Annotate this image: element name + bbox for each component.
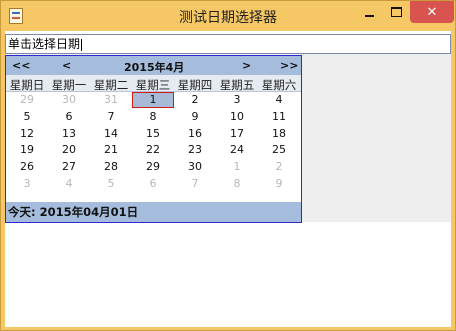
window-content: 单击选择日期 << < 2015年4月 > >> 星期日 星期一 星期二 星期三… xyxy=(5,31,451,327)
calendar-day[interactable]: 4 xyxy=(48,177,90,191)
calendar-day[interactable]: 2 xyxy=(258,160,300,174)
calendar-day[interactable]: 19 xyxy=(6,143,48,157)
calendar-day[interactable]: 14 xyxy=(90,127,132,141)
weekday-sat: 星期六 xyxy=(261,78,297,92)
calendar-day[interactable]: 3 xyxy=(6,177,48,191)
calendar-day[interactable]: 25 xyxy=(258,143,300,157)
weekday-mon: 星期一 xyxy=(51,78,87,92)
title-bar[interactable]: 测试日期选择器 ✕ xyxy=(1,1,455,31)
weekday-thu: 星期四 xyxy=(177,78,213,92)
close-button[interactable]: ✕ xyxy=(410,1,454,23)
calendar-day[interactable]: 30 xyxy=(174,160,216,174)
weekday-fri: 星期五 xyxy=(219,78,255,92)
calendar-day[interactable]: 23 xyxy=(174,143,216,157)
calendar-day[interactable]: 12 xyxy=(6,127,48,141)
calendar-day[interactable]: 29 xyxy=(132,160,174,174)
calendar-day[interactable]: 9 xyxy=(258,177,300,191)
calendar-day[interactable]: 8 xyxy=(216,177,258,191)
weekday-wed: 星期三 xyxy=(135,78,171,92)
maximize-icon xyxy=(390,7,402,17)
calendar-day[interactable]: 11 xyxy=(258,110,300,124)
today-label: 今天: 2015年04月01日 xyxy=(8,205,139,219)
calendar-day[interactable]: 17 xyxy=(216,127,258,141)
calendar-day[interactable]: 1 xyxy=(216,160,258,174)
calendar-day[interactable]: 5 xyxy=(90,177,132,191)
weekday-sun: 星期日 xyxy=(9,78,45,92)
calendar-day[interactable]: 8 xyxy=(132,110,174,124)
calendar-day[interactable]: 5 xyxy=(6,110,48,124)
calendar-day[interactable]: 4 xyxy=(258,93,300,107)
calendar-day[interactable]: 2 xyxy=(174,93,216,107)
month-label: 2015年4月 xyxy=(124,61,185,74)
calendar-day[interactable]: 29 xyxy=(6,93,48,107)
calendar-day[interactable]: 24 xyxy=(216,143,258,157)
date-input-text: 单击选择日期 xyxy=(8,37,81,51)
next-year-button[interactable]: >> xyxy=(280,59,298,72)
calendar-day[interactable]: 18 xyxy=(258,127,300,141)
calendar-day[interactable]: 20 xyxy=(48,143,90,157)
calendar-day[interactable]: 3 xyxy=(216,93,258,107)
weekday-tue: 星期二 xyxy=(93,78,129,92)
calendar-day[interactable]: 7 xyxy=(90,110,132,124)
minimize-button[interactable] xyxy=(356,1,382,23)
calendar-header: << < 2015年4月 > >> xyxy=(6,56,301,75)
calendar-day[interactable]: 7 xyxy=(174,177,216,191)
calendar-day[interactable]: 9 xyxy=(174,110,216,124)
prev-month-button[interactable]: < xyxy=(62,59,71,72)
calendar-day[interactable]: 28 xyxy=(90,160,132,174)
calendar-day[interactable]: 16 xyxy=(174,127,216,141)
calendar-day[interactable]: 13 xyxy=(48,127,90,141)
app-window: 测试日期选择器 ✕ 单击选择日期 << < 2015年4月 > >> 星期日 星… xyxy=(0,0,456,331)
text-caret xyxy=(81,38,83,51)
prev-year-button[interactable]: << xyxy=(12,59,30,72)
today-footer[interactable]: 今天: 2015年04月01日 xyxy=(6,202,301,222)
maximize-button[interactable] xyxy=(383,1,409,23)
calendar-day[interactable]: 10 xyxy=(216,110,258,124)
weekday-header-row: 星期日 星期一 星期二 星期三 星期四 星期五 星期六 xyxy=(6,75,301,92)
date-picker-popup: << < 2015年4月 > >> 星期日 星期一 星期二 星期三 星期四 星期… xyxy=(5,55,302,223)
date-input-field[interactable]: 单击选择日期 xyxy=(5,34,451,54)
calendar-day[interactable]: 30 xyxy=(48,93,90,107)
calendar-day[interactable]: 21 xyxy=(90,143,132,157)
next-month-button[interactable]: > xyxy=(242,59,251,72)
calendar-day[interactable]: 31 xyxy=(90,93,132,107)
calendar-day-selected[interactable]: 1 xyxy=(132,92,174,108)
calendar-day[interactable]: 6 xyxy=(48,110,90,124)
calendar-day[interactable]: 22 xyxy=(132,143,174,157)
calendar-day[interactable]: 6 xyxy=(132,177,174,191)
minimize-icon xyxy=(364,15,374,17)
calendar-day[interactable]: 26 xyxy=(6,160,48,174)
calendar-day[interactable]: 15 xyxy=(132,127,174,141)
calendar-day[interactable]: 27 xyxy=(48,160,90,174)
close-icon: ✕ xyxy=(426,4,438,20)
